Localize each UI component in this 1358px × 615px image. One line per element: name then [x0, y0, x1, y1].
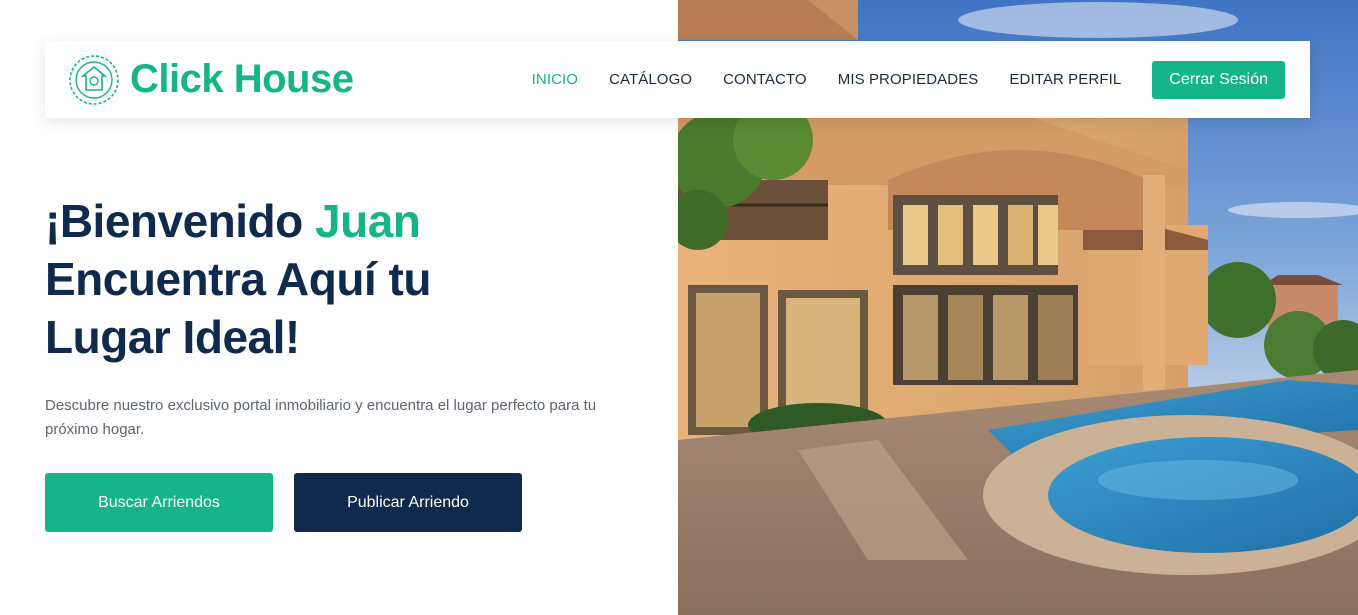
hero-section: ¡Bienvenido Juan Encuentra Aquí tu Lugar…	[45, 192, 665, 442]
logout-button[interactable]: Cerrar Sesión	[1152, 60, 1285, 99]
hero-greeting: ¡Bienvenido	[45, 195, 303, 247]
search-rentals-button[interactable]: Buscar Arriendos	[45, 473, 273, 532]
hero-title: ¡Bienvenido Juan Encuentra Aquí tu Lugar…	[45, 192, 665, 366]
hero-user-name: Juan	[315, 195, 421, 247]
brand-name: Click House	[130, 57, 354, 101]
nav-item-catalogo[interactable]: CATÁLOGO	[609, 71, 692, 88]
house-emblem-icon	[69, 54, 119, 105]
brand-home-link[interactable]: Click House	[68, 54, 354, 106]
nav-item-mis-propiedades[interactable]: MIS PROPIEDADES	[838, 71, 979, 88]
nav-item-inicio[interactable]: INICIO	[532, 71, 578, 88]
hero-title-line2: Encuentra Aquí tu	[45, 253, 431, 305]
top-navbar: Click House INICIO CATÁLOGO CONTACTO MIS…	[45, 41, 1310, 118]
hero-actions: Buscar Arriendos Publicar Arriendo	[45, 473, 522, 532]
nav-item-editar-perfil[interactable]: EDITAR PERFIL	[1009, 71, 1121, 88]
hero-description: Descubre nuestro exclusivo portal inmobi…	[45, 397, 597, 438]
hero-title-line3: Lugar Ideal!	[45, 311, 300, 363]
nav-item-contacto[interactable]: CONTACTO	[723, 71, 807, 88]
nav-menu: INICIO CATÁLOGO CONTACTO MIS PROPIEDADES…	[532, 60, 1285, 99]
publish-rental-button[interactable]: Publicar Arriendo	[294, 473, 522, 532]
